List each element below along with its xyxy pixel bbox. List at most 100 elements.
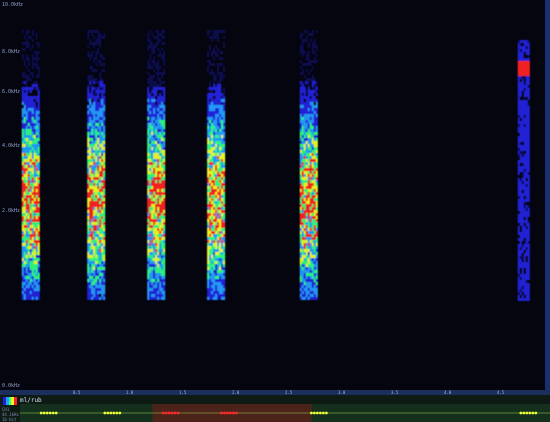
spectro-cell: [309, 177, 312, 180]
spectro-cell: [303, 243, 306, 246]
spectro-cell: [147, 159, 150, 162]
spectro-cell: [29, 153, 32, 156]
spectro-cell: [101, 231, 104, 234]
spectro-cell: [301, 129, 304, 132]
spectro-cell: [209, 198, 212, 201]
spectro-cell: [523, 244, 526, 247]
spectro-cell: [215, 138, 218, 141]
spectro-cell: [313, 183, 316, 186]
spectro-cell: [87, 276, 90, 279]
spectro-cell: [209, 243, 212, 246]
spectro-cell: [33, 129, 36, 132]
spectro-cell: [221, 99, 224, 102]
spectro-cell: [161, 162, 164, 165]
spectro-cell: [155, 246, 158, 249]
overview-waveform[interactable]: [20, 404, 550, 422]
spectro-cell: [315, 156, 318, 159]
spectro-cell: [147, 48, 150, 51]
spectro-cell: [87, 216, 90, 219]
spectro-cell: [299, 36, 302, 39]
spectro-cell: [99, 54, 102, 57]
spectro-cell: [89, 210, 92, 213]
spectro-cell: [95, 96, 98, 99]
spectro-cell: [101, 273, 104, 276]
spectro-cell: [217, 234, 220, 237]
spectro-cell: [309, 273, 312, 276]
spectro-cell: [101, 180, 104, 183]
spectro-cell: [219, 153, 222, 156]
spectro-cell: [93, 168, 96, 171]
spectro-cell: [303, 186, 306, 189]
spectro-cell: [305, 168, 308, 171]
spectro-cell: [313, 189, 316, 192]
spectro-cell: [89, 219, 92, 222]
spectro-cell: [303, 207, 306, 210]
spectro-cell: [217, 246, 220, 249]
vertical-scrollbar[interactable]: [545, 0, 550, 390]
spectro-cell: [25, 282, 28, 285]
spectro-cell: [157, 48, 160, 51]
spectro-cell: [37, 99, 40, 102]
spectro-cell: [95, 105, 98, 108]
spectro-cell: [149, 255, 152, 258]
spectro-cell: [21, 171, 24, 174]
spectro-cell: [35, 162, 38, 165]
spectro-cell: [87, 165, 90, 168]
spectro-cell: [33, 177, 36, 180]
spectro-cell: [307, 81, 310, 84]
spectro-cell: [93, 240, 96, 243]
spectro-cell: [517, 106, 520, 109]
spectro-cell: [37, 144, 40, 147]
spectro-cell: [27, 267, 30, 270]
spectro-cell: [161, 189, 164, 192]
spectro-cell: [99, 114, 102, 117]
spectro-cell: [155, 81, 158, 84]
spectro-cell: [303, 177, 306, 180]
spectro-cell: [159, 159, 162, 162]
spectro-cell: [213, 84, 216, 87]
spectro-cell: [519, 133, 522, 136]
spectrogram-view[interactable]: [0, 0, 550, 390]
spectro-cell: [519, 52, 522, 55]
spectro-cell: [151, 138, 154, 141]
spectro-cell: [163, 111, 166, 114]
spectro-cell: [517, 292, 520, 295]
spectro-cell: [31, 153, 34, 156]
spectro-cell: [159, 213, 162, 216]
spectro-cell: [525, 205, 528, 208]
spectro-cell: [519, 199, 522, 202]
spectro-cell: [313, 165, 316, 168]
spectro-cell: [163, 153, 166, 156]
spectro-cell: [313, 258, 316, 261]
spectro-cell: [101, 267, 104, 270]
spectro-cell: [29, 243, 32, 246]
spectro-cell: [301, 228, 304, 231]
spectro-cell: [23, 240, 26, 243]
spectro-cell: [215, 135, 218, 138]
spectro-cell: [163, 123, 166, 126]
spectro-cell: [525, 109, 528, 112]
spectro-cell: [31, 195, 34, 198]
spectro-cell: [209, 174, 212, 177]
spectro-cell: [525, 154, 528, 157]
spectro-cell: [151, 255, 154, 258]
spectro-cell: [217, 81, 220, 84]
spectro-cell: [23, 48, 26, 51]
spectro-cell: [35, 60, 38, 63]
spectro-cell: [159, 180, 162, 183]
spectro-cell: [155, 270, 158, 273]
spectro-cell: [207, 132, 210, 135]
spectro-cell: [149, 126, 152, 129]
spectro-cell: [223, 282, 226, 285]
spectro-cell: [149, 237, 152, 240]
spectro-cell: [207, 129, 210, 132]
spectro-cell: [149, 84, 152, 87]
spectro-cell: [103, 291, 106, 294]
spectro-cell: [35, 171, 38, 174]
spectro-cell: [149, 162, 152, 165]
spectro-cell: [163, 81, 166, 84]
spectro-cell: [151, 51, 154, 54]
spectro-cell: [213, 144, 216, 147]
spectro-cell: [519, 58, 522, 61]
spectro-cell: [315, 105, 318, 108]
